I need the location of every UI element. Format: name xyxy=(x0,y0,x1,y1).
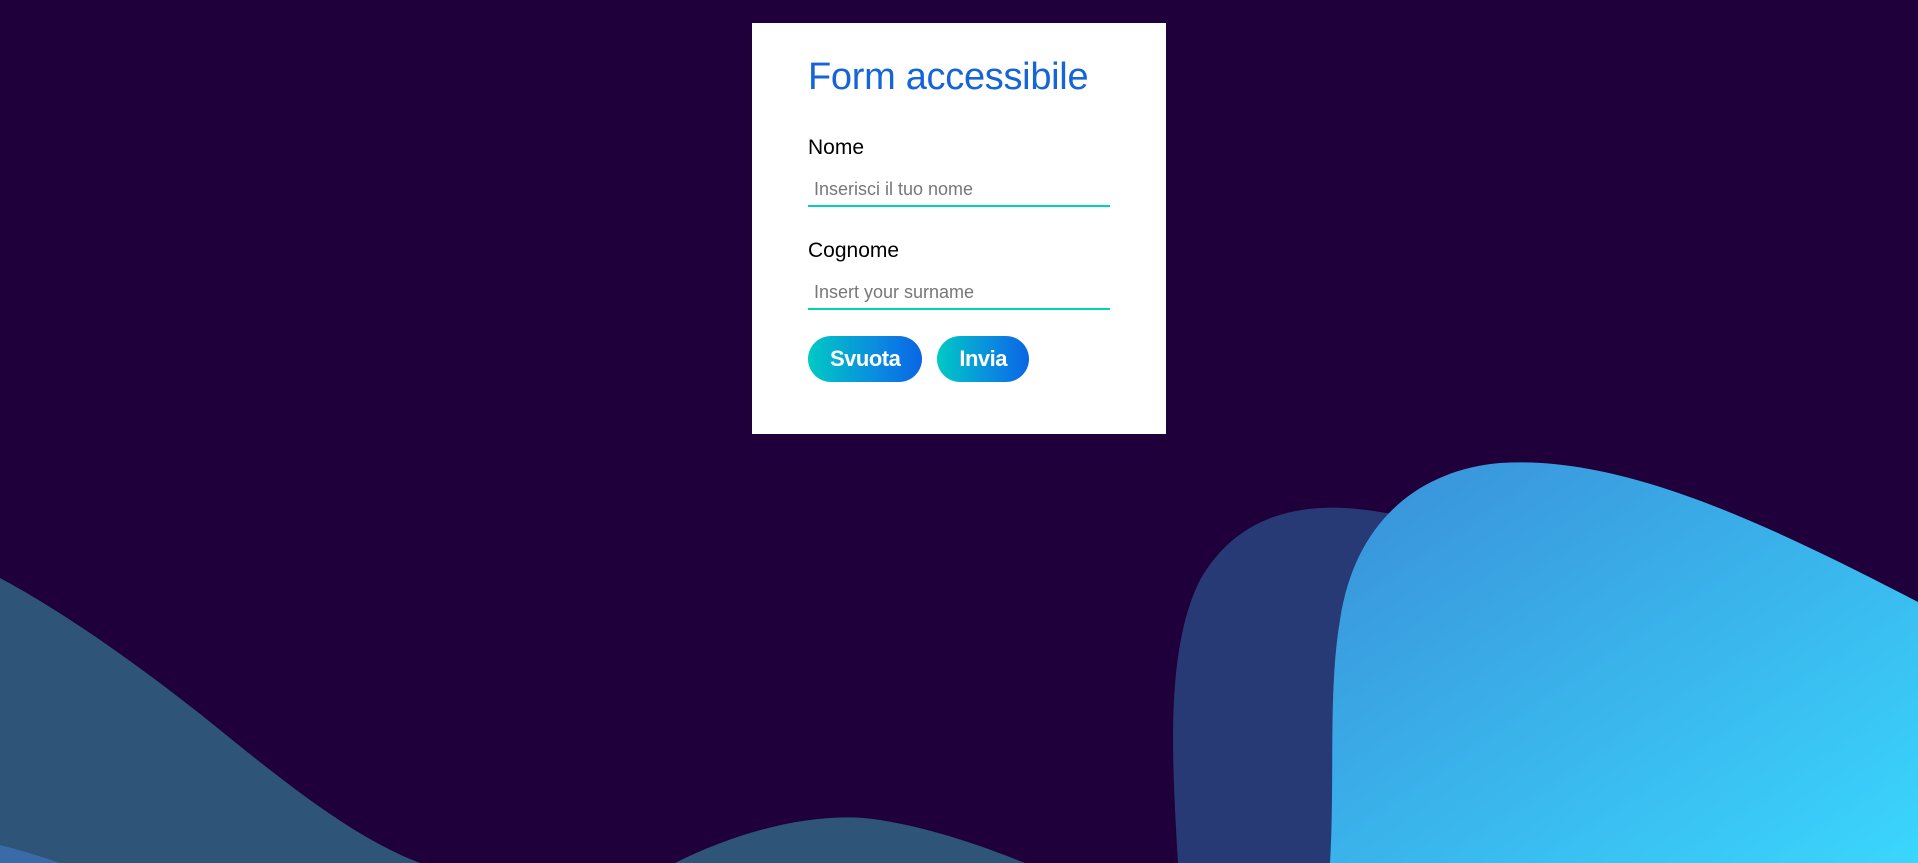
form-buttons: Svuota Invia xyxy=(808,336,1110,382)
left-wave xyxy=(0,578,420,863)
right-light-blob xyxy=(1330,462,1918,863)
form-title: Form accessibile xyxy=(808,56,1089,98)
cognome-field-group: Cognome xyxy=(808,238,1110,310)
submit-button[interactable]: Invia xyxy=(937,336,1029,382)
nome-input[interactable] xyxy=(808,173,1110,207)
bottom-center-wave xyxy=(675,817,1025,863)
nome-field-group: Nome xyxy=(808,135,1110,207)
cognome-input[interactable] xyxy=(808,276,1110,310)
form-card: Form accessibile Nome Cognome Svuota Inv… xyxy=(752,23,1166,434)
nome-label: Nome xyxy=(808,136,865,159)
reset-button[interactable]: Svuota xyxy=(808,336,923,382)
cognome-label: Cognome xyxy=(808,239,900,262)
